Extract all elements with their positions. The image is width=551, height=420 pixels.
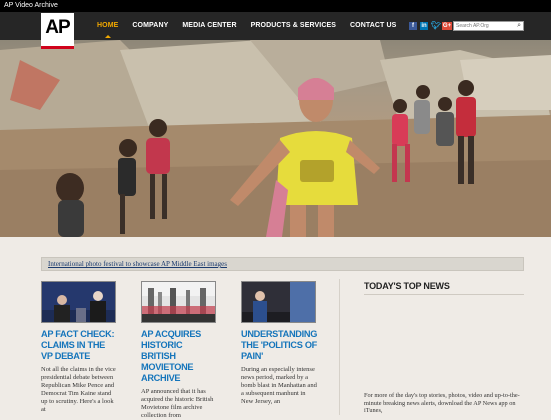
nav-products-services[interactable]: PRODUCTS & SERVICES — [251, 12, 336, 40]
top-news-heading: TODAY'S TOP NEWS — [364, 281, 450, 291]
search-box: ⌕ — [453, 21, 524, 31]
nav-company[interactable]: COMPANY — [132, 12, 168, 40]
main-nav: HOME COMPANY MEDIA CENTER PRODUCTS & SER… — [97, 12, 410, 40]
article-excerpt: AP announced that it has acquired the hi… — [141, 388, 214, 419]
top-news-rule — [364, 294, 524, 295]
article-thumbnail[interactable] — [41, 281, 116, 323]
article-card-fact-check[interactable]: AP FACT CHECK: CLAIMS IN THE VP DEBATE N… — [41, 281, 117, 414]
article-excerpt: During an especially intense news period… — [241, 366, 317, 405]
article-title[interactable]: AP FACT CHECK: CLAIMS IN THE VP DEBATE — [41, 329, 117, 362]
article-thumbnail[interactable] — [141, 281, 216, 323]
window-title: AP Video Archive — [4, 2, 58, 9]
app-download-text: For more of the day's top stories, photo… — [364, 392, 520, 414]
hero-photo — [0, 40, 551, 237]
article-card-politics-of-pain[interactable]: UNDERSTANDING THE 'POLITICS OF PAIN' Dur… — [241, 281, 317, 406]
movietone-photo — [142, 282, 215, 322]
article-thumbnail[interactable] — [241, 281, 316, 323]
nav-home[interactable]: HOME — [97, 12, 118, 40]
top-navigation-bar: HOME COMPANY MEDIA CENTER PRODUCTS & SER… — [0, 12, 551, 40]
search-input[interactable] — [454, 22, 514, 30]
nav-media-center[interactable]: MEDIA CENTER — [182, 12, 236, 40]
window-titlebar: AP Video Archive — [0, 0, 551, 12]
social-links: f in 🐦︎ G+ — [409, 22, 452, 30]
article-card-movietone[interactable]: AP ACQUIRES HISTORIC BRITISH MOVIETONE A… — [141, 281, 217, 420]
column-divider — [339, 279, 340, 415]
twitter-icon[interactable]: 🐦︎ — [431, 22, 441, 30]
article-title[interactable]: UNDERSTANDING THE 'POLITICS OF PAIN' — [241, 329, 317, 362]
search-icon[interactable]: ⌕ — [517, 22, 521, 30]
ap-logo-text: AP — [45, 17, 70, 38]
debate-photo — [42, 282, 115, 322]
news-ticker-bar: International photo festival to showcase… — [41, 257, 524, 271]
nav-contact-us[interactable]: CONTACT US — [350, 12, 396, 40]
linkedin-icon[interactable]: in — [420, 22, 428, 30]
ticker-link[interactable]: International photo festival to showcase… — [48, 258, 227, 271]
hero-photo-illustration — [0, 40, 551, 237]
politics-photo — [242, 282, 315, 322]
google-plus-icon[interactable]: G+ — [442, 22, 452, 30]
facebook-icon[interactable]: f — [409, 22, 417, 30]
ap-logo[interactable]: AP — [41, 13, 74, 49]
article-excerpt: Not all the claims in the vice president… — [41, 366, 116, 413]
article-title[interactable]: AP ACQUIRES HISTORIC BRITISH MOVIETONE A… — [141, 329, 217, 384]
